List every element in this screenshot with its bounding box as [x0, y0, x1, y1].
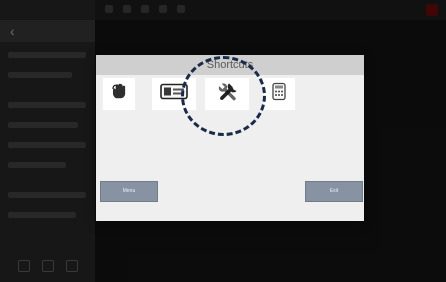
id-card-icon	[160, 83, 188, 106]
menu-button[interactable]: Menu	[100, 181, 158, 202]
shortcut-hand-click[interactable]	[102, 77, 136, 111]
exit-button[interactable]: Exit	[305, 181, 363, 202]
shortcut-id-card[interactable]	[151, 77, 197, 111]
shortcut-tools[interactable]	[204, 77, 250, 111]
hand-click-icon	[110, 83, 128, 106]
app-screen: ‹ Shortcuts Menu Exit	[0, 0, 446, 282]
tools-icon	[216, 81, 238, 108]
dialog-title: Shortcuts	[96, 55, 364, 75]
calculator-icon	[271, 82, 287, 106]
shortcut-calculator[interactable]	[262, 77, 296, 111]
shortcuts-dialog: Shortcuts Menu Exit	[96, 55, 364, 221]
